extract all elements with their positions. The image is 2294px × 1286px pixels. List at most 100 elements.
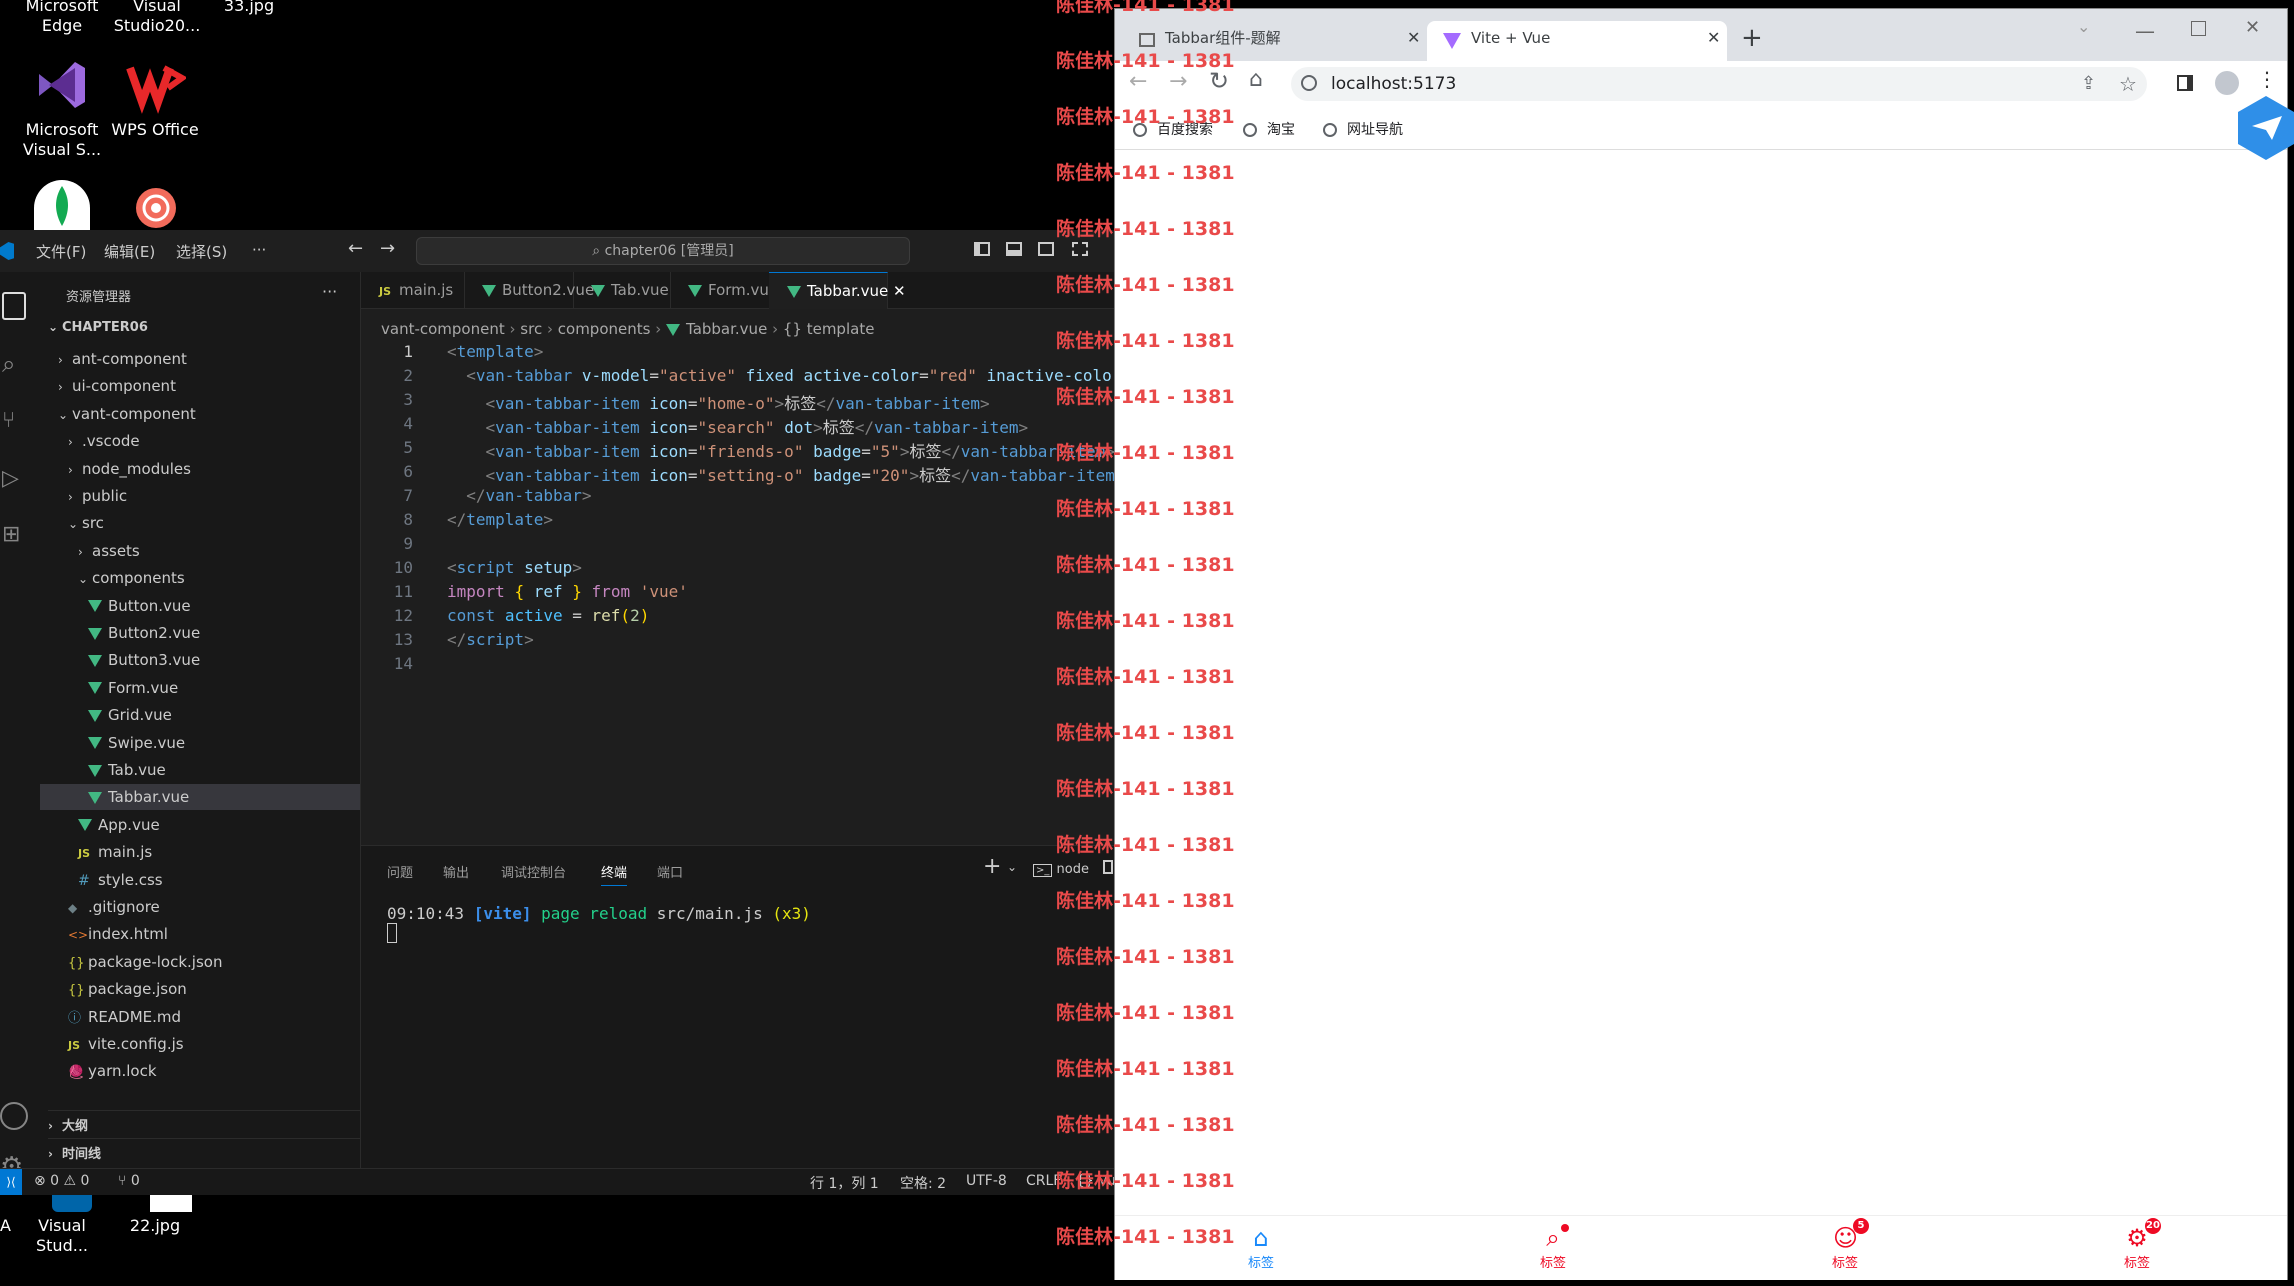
terminal-output[interactable]: 09:10:43 [vite] page reload src/main.js …: [387, 904, 811, 947]
close-icon[interactable]: ✕: [1707, 21, 1720, 55]
forward-arrow-icon[interactable]: →: [380, 238, 395, 259]
explorer-more-actions[interactable]: ···: [322, 282, 337, 301]
minimize-button[interactable]: —: [2135, 19, 2155, 43]
window-close-button[interactable]: ✕: [2245, 17, 2260, 38]
toggle-secondary-sidebar-icon[interactable]: [1038, 242, 1054, 256]
panel-tab-terminal[interactable]: 终端: [601, 862, 628, 886]
side-panel-icon[interactable]: [2177, 75, 2193, 91]
tree-file[interactable]: {} package-lock.json: [40, 949, 360, 975]
toggle-sidebar-icon[interactable]: [974, 242, 990, 256]
close-icon[interactable]: ✕: [888, 282, 906, 300]
tabbar-item-home-o[interactable]: ⌂ 标签: [1231, 1226, 1291, 1271]
panel-tab-problems[interactable]: 问题: [387, 862, 413, 881]
source-control-icon[interactable]: ⑂: [2, 408, 28, 434]
tree-file[interactable]: Grid.vue: [40, 702, 360, 728]
bookmark-taobao[interactable]: 淘宝: [1243, 119, 1295, 139]
tree-file[interactable]: Button2.vue: [40, 620, 360, 646]
tree-file[interactable]: Form.vue: [40, 675, 360, 701]
address-bar[interactable]: localhost:5173 ⇪ ☆: [1291, 67, 2147, 101]
tab-search-chevron-icon[interactable]: ⌄: [2077, 17, 2090, 36]
tree-folder[interactable]: › .vscode: [40, 428, 360, 454]
new-terminal-plus-icon[interactable]: +: [983, 854, 1001, 879]
tree-folder[interactable]: ⌄ components: [40, 565, 360, 591]
run-debug-icon[interactable]: ▷: [2, 466, 28, 492]
menu-selection[interactable]: 选择(S): [176, 241, 227, 262]
tree-file[interactable]: 🧶 yarn.lock: [40, 1058, 360, 1084]
tree-file[interactable]: # style.css: [40, 867, 360, 893]
tree-file[interactable]: Tab.vue: [40, 757, 360, 783]
maximize-button[interactable]: [2191, 21, 2206, 36]
outline-section[interactable]: › 大纲: [48, 1110, 360, 1134]
tabbar-item-search[interactable]: ⌕ 标签: [1523, 1224, 1583, 1271]
tree-file[interactable]: App.vue: [40, 812, 360, 838]
indentation-status[interactable]: 空格: 2: [900, 1173, 946, 1193]
terminal-profile[interactable]: >_ node: [1033, 862, 1089, 877]
desktop-icon-wps[interactable]: WPS Office: [110, 54, 200, 140]
tree-file[interactable]: {} package.json: [40, 976, 360, 1002]
panel-tab-output[interactable]: 输出: [443, 862, 469, 881]
encoding-status[interactable]: UTF-8: [966, 1173, 1007, 1189]
menu-edit[interactable]: 编辑(E): [104, 241, 155, 262]
home-icon[interactable]: ⌂: [1249, 67, 1263, 92]
menu-more[interactable]: ···: [252, 241, 266, 259]
toggle-panel-icon[interactable]: [1006, 242, 1022, 256]
browser-tab-active[interactable]: Vite + Vue ✕: [1427, 21, 1727, 61]
tree-file[interactable]: JS main.js: [40, 839, 360, 865]
problems-status[interactable]: ⊗ 0 ⚠ 0: [34, 1173, 89, 1189]
tree-folder[interactable]: › public: [40, 483, 360, 509]
tree-file[interactable]: JS vite.config.js: [40, 1031, 360, 1057]
editor-tab[interactable]: Tab.vue: [573, 272, 671, 308]
desktop-icon-edge[interactable]: Microsoft Edge: [17, 0, 107, 36]
desktop-icon-visual-studio-2[interactable]: Microsoft Visual S...: [17, 54, 107, 160]
breadcrumb-item[interactable]: Tabbar.vue: [686, 320, 767, 338]
breadcrumb-item[interactable]: components: [558, 320, 651, 338]
tree-file[interactable]: Button.vue: [40, 593, 360, 619]
close-icon[interactable]: ✕: [1407, 21, 1420, 55]
tree-file[interactable]: Swipe.vue: [40, 730, 360, 756]
editor-tab[interactable]: JS main.js: [361, 272, 465, 308]
tree-folder[interactable]: › node_modules: [40, 456, 360, 482]
tree-file[interactable]: <>index.html: [40, 921, 360, 947]
profile-avatar-icon[interactable]: [2215, 71, 2239, 95]
panel-tab-ports[interactable]: 端口: [657, 862, 683, 881]
tree-folder[interactable]: ⌄ vant-component: [40, 401, 360, 427]
desktop-icon-33jpg[interactable]: 33.jpg: [204, 0, 294, 16]
search-icon[interactable]: ⌕: [2, 350, 28, 378]
tree-file[interactable]: ◆ .gitignore: [40, 894, 360, 920]
desktop-icon-22jpg[interactable]: 22.jpg: [110, 1190, 200, 1236]
ports-status[interactable]: ⑂ 0: [118, 1173, 140, 1189]
extensions-icon[interactable]: ⊞: [2, 522, 28, 548]
editor-tab[interactable]: Tabbar.vue ✕: [769, 272, 906, 309]
tree-file[interactable]: Tabbar.vue: [40, 784, 360, 811]
desktop-icon-visual-studio[interactable]: Visual Studio20...: [112, 0, 202, 36]
bookmark-nav[interactable]: 网址导航: [1323, 119, 1403, 139]
breadcrumb-item[interactable]: {} template: [783, 320, 875, 338]
breadcrumb-item[interactable]: vant-component: [381, 320, 505, 338]
tree-file[interactable]: Button3.vue: [40, 647, 360, 673]
more-menu-icon[interactable]: ⋮: [2257, 67, 2277, 91]
tabbar-item-friends-o[interactable]: ☺ 5 标签: [1815, 1218, 1875, 1271]
cursor-position[interactable]: 行 1，列 1: [810, 1173, 879, 1193]
tabbar-item-setting-o[interactable]: ⚙ 20 标签: [2107, 1218, 2167, 1271]
explorer-icon[interactable]: [2, 292, 26, 320]
back-arrow-icon[interactable]: ←: [348, 238, 363, 259]
breadcrumb-item[interactable]: src: [520, 320, 542, 338]
tree-folder[interactable]: ⌄ src: [40, 510, 360, 536]
root-folder[interactable]: ⌄ CHAPTER06: [48, 320, 148, 335]
chevron-down-icon[interactable]: ⌄: [1007, 860, 1017, 874]
menu-file[interactable]: 文件(F): [36, 241, 86, 262]
split-terminal-icon[interactable]: [1103, 860, 1113, 874]
editor-tab[interactable]: Form.vue: [670, 272, 778, 308]
customize-layout-icon[interactable]: [1072, 242, 1088, 256]
share-icon[interactable]: ⇪: [2081, 67, 2096, 101]
bookmark-star-icon[interactable]: ☆: [2119, 67, 2137, 101]
remote-indicator-icon[interactable]: ⟩⟨: [0, 1169, 22, 1195]
snail-app-icon[interactable]: [124, 180, 184, 230]
new-tab-button[interactable]: +: [1741, 23, 1763, 53]
timeline-section[interactable]: › 时间线: [48, 1138, 360, 1162]
account-icon[interactable]: [0, 1102, 28, 1130]
tree-folder[interactable]: › ui-component: [40, 373, 360, 399]
tree-folder[interactable]: › assets: [40, 538, 360, 564]
editor-tab[interactable]: Button2.vue: [464, 272, 594, 308]
mongodb-icon[interactable]: [34, 180, 90, 230]
